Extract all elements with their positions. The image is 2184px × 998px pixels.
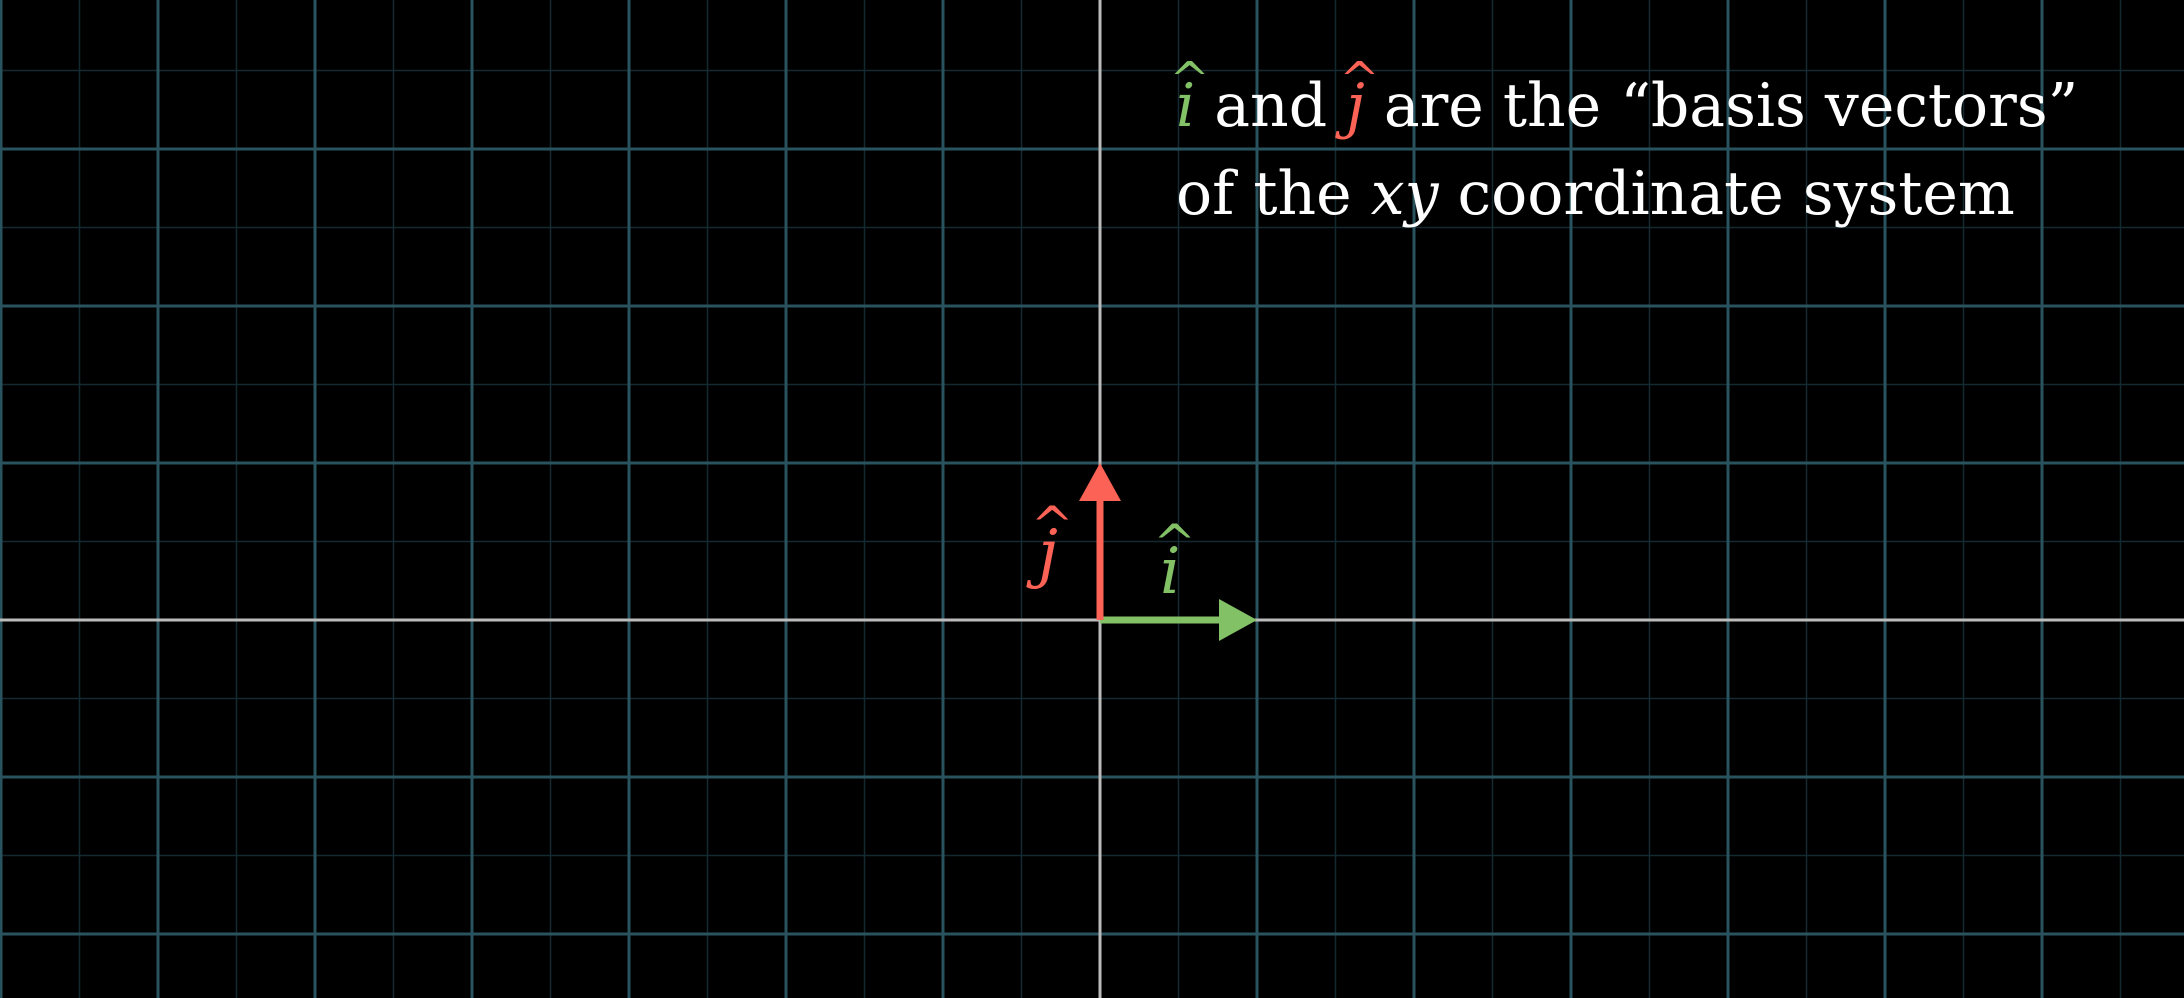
j-hat-vector-arrowhead xyxy=(1079,463,1121,501)
caption-line-2: of the xy coordinate system xyxy=(1176,150,2176,238)
j-hat-label: j xyxy=(1038,522,1058,586)
i-hat-label-symbol: i xyxy=(1160,540,1180,604)
coordinate-plane-scene: i and j are the “basis vectors” of the x… xyxy=(0,0,2184,998)
j-hat-label-symbol: j xyxy=(1038,522,1058,586)
caption-of-the-text: of the xyxy=(1176,159,1371,229)
caption-coordinate-text: coordinate system xyxy=(1438,159,2015,229)
caption-and-text: and xyxy=(1195,71,1347,141)
caption-basis-text: are the “basis vectors” xyxy=(1364,71,2079,141)
i-hat-label: i xyxy=(1160,540,1180,604)
caption-text: i and j are the “basis vectors” of the x… xyxy=(1176,62,2176,238)
xy-variable: xy xyxy=(1370,159,1439,229)
j-hat-symbol: j xyxy=(1346,62,1365,150)
i-hat-symbol: i xyxy=(1176,62,1195,150)
caption-line-1: i and j are the “basis vectors” xyxy=(1176,62,2176,150)
i-hat-vector-arrowhead xyxy=(1219,599,1257,641)
